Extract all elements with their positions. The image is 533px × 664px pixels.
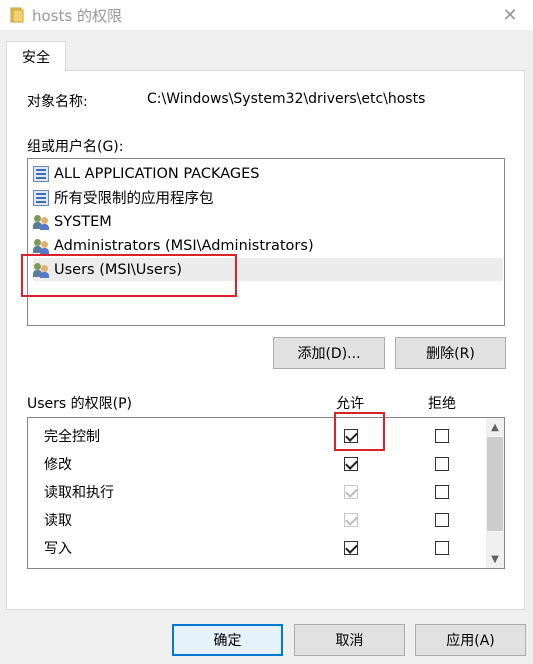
remove-button[interactable]: 删除(R) [395, 337, 506, 369]
deny-checkbox-read-execute[interactable] [435, 485, 449, 499]
object-name-value: C:\Windows\System32\drivers\etc\hosts [147, 91, 426, 107]
permission-name: 写入 [44, 541, 72, 557]
permission-row-read-execute: 读取和执行 [28, 478, 484, 506]
groups-label: 组或用户名(G): [27, 139, 124, 155]
cancel-button[interactable]: 取消 [294, 624, 405, 656]
permissions-list[interactable]: 完全控制 修改 读取和执行 读取 写入 ▲ ▼ [27, 417, 505, 569]
list-item-label: SYSTEM [54, 213, 112, 230]
permission-row-write: 写入 [28, 534, 484, 562]
users-icon [33, 238, 49, 254]
users-icon [33, 214, 49, 230]
close-button[interactable]: ✕ [487, 0, 533, 30]
object-name-label: 对象名称: [27, 94, 88, 110]
file-icon [10, 7, 24, 23]
deny-checkbox-modify[interactable] [435, 457, 449, 471]
highlight-box-full-control [334, 412, 385, 451]
package-icon [33, 165, 49, 182]
highlight-box-users [21, 254, 237, 297]
permission-name: 完全控制 [44, 429, 100, 445]
list-item-restricted-packages[interactable]: 所有受限制的应用程序包 [33, 186, 503, 209]
permissions-label: Users 的权限(P) [27, 396, 133, 412]
list-item-all-application-packages[interactable]: ALL APPLICATION PACKAGES [33, 162, 503, 185]
allow-checkbox-read [344, 513, 358, 527]
package-icon [33, 189, 49, 206]
deny-checkbox-read[interactable] [435, 513, 449, 527]
group-user-list[interactable]: ALL APPLICATION PACKAGES 所有受限制的应用程序包 SYS… [27, 158, 505, 326]
deny-checkbox-write[interactable] [435, 541, 449, 555]
add-button[interactable]: 添加(D)... [273, 337, 385, 369]
permission-name: 读取 [44, 513, 72, 529]
apply-button[interactable]: 应用(A) [415, 624, 526, 656]
list-item-system[interactable]: SYSTEM [33, 210, 503, 233]
allow-checkbox-read-execute [344, 485, 358, 499]
deny-header: 拒绝 [428, 396, 456, 412]
permission-name: 读取和执行 [44, 485, 114, 501]
scroll-down-icon[interactable]: ▼ [486, 550, 504, 568]
permissions-scrollbar[interactable]: ▲ ▼ [486, 418, 504, 568]
allow-checkbox-modify[interactable] [344, 457, 358, 471]
permission-row-modify: 修改 [28, 450, 484, 478]
list-item-label: Administrators (MSI\Administrators) [54, 237, 314, 254]
window-title: hosts 的权限 [32, 7, 122, 25]
scroll-up-icon[interactable]: ▲ [486, 418, 504, 436]
deny-checkbox-full-control[interactable] [435, 429, 449, 443]
list-item-label: 所有受限制的应用程序包 [54, 191, 214, 207]
permission-row-read: 读取 [28, 506, 484, 534]
title-bar: hosts 的权限 ✕ [0, 0, 533, 30]
scroll-thumb[interactable] [487, 437, 503, 531]
tab-security[interactable]: 安全 [6, 41, 66, 72]
allow-checkbox-write[interactable] [344, 541, 358, 555]
list-item-label: ALL APPLICATION PACKAGES [54, 165, 260, 182]
permission-name: 修改 [44, 457, 72, 473]
permission-row-full-control: 完全控制 [28, 422, 484, 450]
ok-button[interactable]: 确定 [172, 624, 283, 656]
allow-header: 允许 [336, 396, 364, 412]
